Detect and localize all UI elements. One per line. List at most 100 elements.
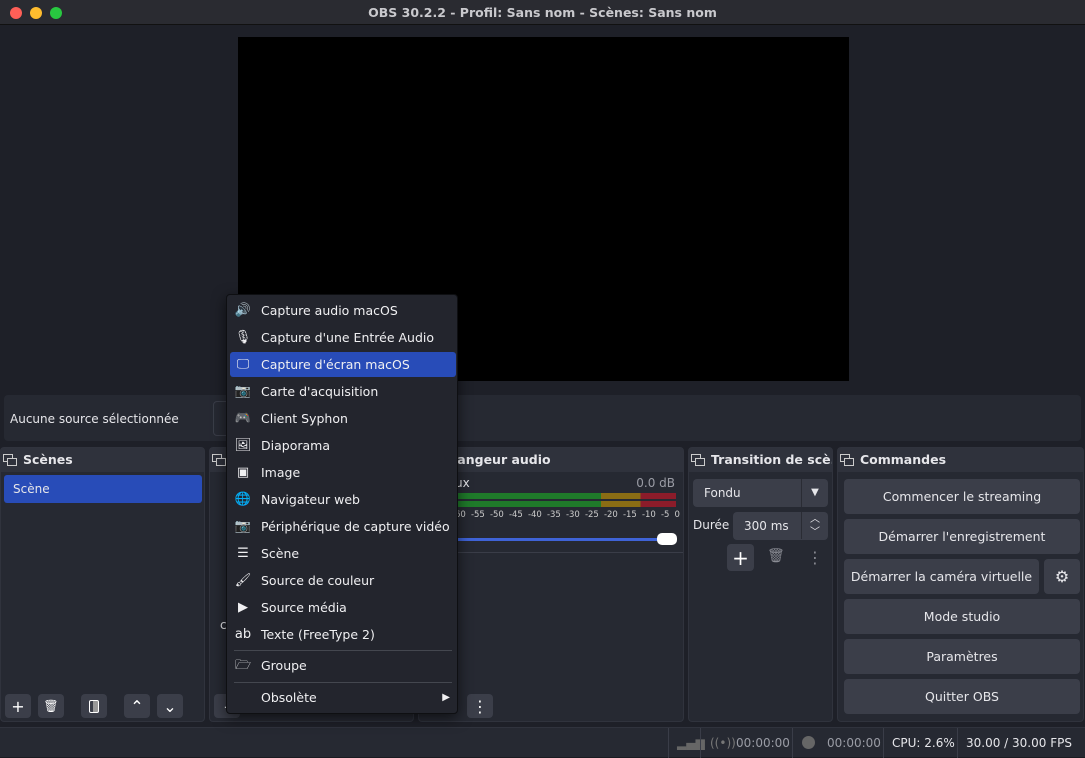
record-time: 00:00:00: [827, 736, 881, 750]
start-streaming-button[interactable]: Commencer le streaming: [844, 479, 1080, 514]
menu-separator: [234, 650, 452, 651]
monitor-icon: 🖵: [236, 357, 250, 372]
menu-separator: [234, 682, 452, 683]
menu-item[interactable]: ab Texte (FreeType 2): [230, 622, 456, 647]
menu-item[interactable]: 📷 Périphérique de capture vidéo: [230, 514, 456, 539]
virtual-camera-settings-button[interactable]: ⚙: [1044, 559, 1080, 594]
menu-item[interactable]: 📷 Carte d'acquisition: [230, 379, 456, 404]
duration-label: Durée: [693, 518, 730, 532]
volume-slider-handle[interactable]: [657, 533, 677, 545]
volume-meter-right: [455, 501, 676, 507]
menu-item[interactable]: ▣ Image: [230, 460, 456, 485]
play-icon: ▶: [238, 600, 248, 615]
menu-item-label: Source média: [261, 600, 347, 615]
remove-scene-button[interactable]: 🗑: [38, 694, 64, 718]
menu-item[interactable]: 🖌 Source de couleur: [230, 568, 456, 593]
fps-display: 30.00 / 30.00 FPS: [966, 736, 1072, 750]
remove-transition-button[interactable]: 🗑: [767, 548, 785, 564]
scene-item[interactable]: Scène: [4, 475, 202, 503]
menu-item[interactable]: 🌐 Navigateur web: [230, 487, 456, 512]
controls-panel: Commandes Commencer le streaming Démarre…: [837, 447, 1084, 722]
controls-header: Commandes: [838, 448, 1083, 472]
transitions-header: Transition de scè...: [689, 448, 832, 472]
menu-item-label: Carte d'acquisition: [261, 384, 379, 399]
source-toolbar: Aucune source sélectionnée: [4, 395, 1081, 441]
minimize-window-button[interactable]: [30, 7, 42, 19]
transitions-panel: Transition de scè... Fondu ▼ Durée 300 ms…: [688, 447, 833, 722]
duration-spinbox[interactable]: 300 ms ︿ ﹀: [733, 512, 828, 540]
meter-scale: 60 -55 -50 -45 -40 -35 -30 -25 -20 -15 -10 -5 0: [455, 510, 680, 522]
list-icon: ☰: [237, 546, 249, 561]
scene-filters-button[interactable]: [81, 694, 107, 718]
menu-item[interactable]: ☰ Scène: [230, 541, 456, 566]
exit-button[interactable]: Quitter OBS: [844, 679, 1080, 714]
menu-item[interactable]: 🎮 Client Syphon: [230, 406, 456, 431]
move-scene-down-button[interactable]: ⌄: [157, 694, 183, 718]
duration-value: 300 ms: [744, 519, 789, 533]
spin-arrows-icon[interactable]: ︿ ﹀: [801, 512, 828, 539]
more-vertical-icon: ⋮: [472, 696, 488, 716]
meter-tick: 0: [674, 510, 680, 520]
meter-tick: -40: [527, 510, 542, 520]
transition-selected-value: Fondu: [704, 486, 741, 500]
divider: [700, 728, 701, 758]
scene-item-label: Scène: [13, 482, 50, 496]
submenu-arrow-icon: ▶: [442, 692, 450, 703]
transition-select[interactable]: Fondu ▼: [693, 479, 828, 507]
meter-tick: -20: [603, 510, 618, 520]
dock-icon: [840, 454, 854, 466]
menu-item[interactable]: 🎙 Capture d'une Entrée Audio: [230, 325, 456, 350]
settings-button[interactable]: Paramètres: [844, 639, 1080, 674]
broadcast-icon: ((•)): [710, 736, 736, 750]
meter-tick: -35: [546, 510, 561, 520]
transition-menu-button[interactable]: ⋮: [807, 548, 823, 567]
title-bar: OBS 30.2.2 - Profil: Sans nom - Scènes: …: [0, 0, 1085, 25]
menu-item-group[interactable]: 🗁 Groupe: [230, 653, 456, 678]
gear-icon: ⚙: [1054, 567, 1070, 586]
menu-item-deprecated[interactable]: Obsolète ▶: [230, 685, 456, 710]
volume-slider-track[interactable]: [455, 538, 665, 541]
menu-item-label: Navigateur web: [261, 492, 360, 507]
add-source-menu: 🔊 Capture audio macOS 🎙 Capture d'une Entré…: [226, 294, 458, 714]
filter-icon: [89, 699, 99, 713]
menu-item-label: Groupe: [261, 658, 307, 673]
dock-icon: [212, 454, 226, 466]
more-vertical-icon: ⋮: [807, 548, 823, 567]
menu-item-label: Image: [261, 465, 301, 480]
dropdown-arrow-icon: ▼: [801, 479, 828, 507]
start-recording-button[interactable]: Démarrer l'enregistrement: [844, 519, 1080, 554]
mixer-menu-button[interactable]: ⋮: [467, 694, 493, 718]
gamepad-icon: 🎮: [234, 411, 252, 426]
divider: [792, 728, 793, 758]
close-window-button[interactable]: [10, 7, 22, 19]
dock-icon: [691, 454, 705, 466]
plus-icon: +: [11, 696, 25, 716]
chevron-up-icon: ⌃: [130, 696, 144, 716]
scenes-panel: Scènes Scène + 🗑 ⌃ ⌄: [0, 447, 205, 722]
meter-tick: -50: [489, 510, 504, 520]
no-source-label: Aucune source sélectionnée: [10, 412, 179, 426]
start-virtual-camera-button[interactable]: Démarrer la caméra virtuelle: [844, 559, 1039, 594]
menu-item-label: Périphérique de capture vidéo: [261, 519, 450, 534]
menu-item[interactable]: 🖵 Capture d'écran macOS: [230, 352, 456, 377]
speaker-icon: 🔊: [234, 303, 252, 318]
camera-icon: 📷: [234, 519, 252, 534]
controls-title: Commandes: [860, 452, 947, 467]
menu-item[interactable]: ▶ Source média: [230, 595, 456, 620]
add-scene-button[interactable]: +: [5, 694, 31, 718]
meter-tick: -55: [470, 510, 485, 520]
menu-item[interactable]: 🔊 Capture audio macOS: [230, 298, 456, 323]
camera-icon: 📷: [234, 384, 252, 399]
chevron-down-icon: ⌄: [163, 696, 177, 716]
menu-item[interactable]: 🖼 Diaporama: [230, 433, 456, 458]
plus-icon: +: [732, 545, 749, 570]
transitions-title: Transition de scè...: [711, 452, 832, 467]
move-scene-up-button[interactable]: ⌃: [124, 694, 150, 718]
zoom-window-button[interactable]: [50, 7, 62, 19]
add-transition-button[interactable]: +: [727, 544, 754, 571]
menu-item-label: Capture d'une Entrée Audio: [261, 330, 435, 345]
studio-mode-button[interactable]: Mode studio: [844, 599, 1080, 634]
menu-item-label: Capture audio macOS: [261, 303, 398, 318]
scenes-header: Scènes: [1, 448, 204, 472]
slideshow-icon: 🖼: [234, 438, 252, 453]
